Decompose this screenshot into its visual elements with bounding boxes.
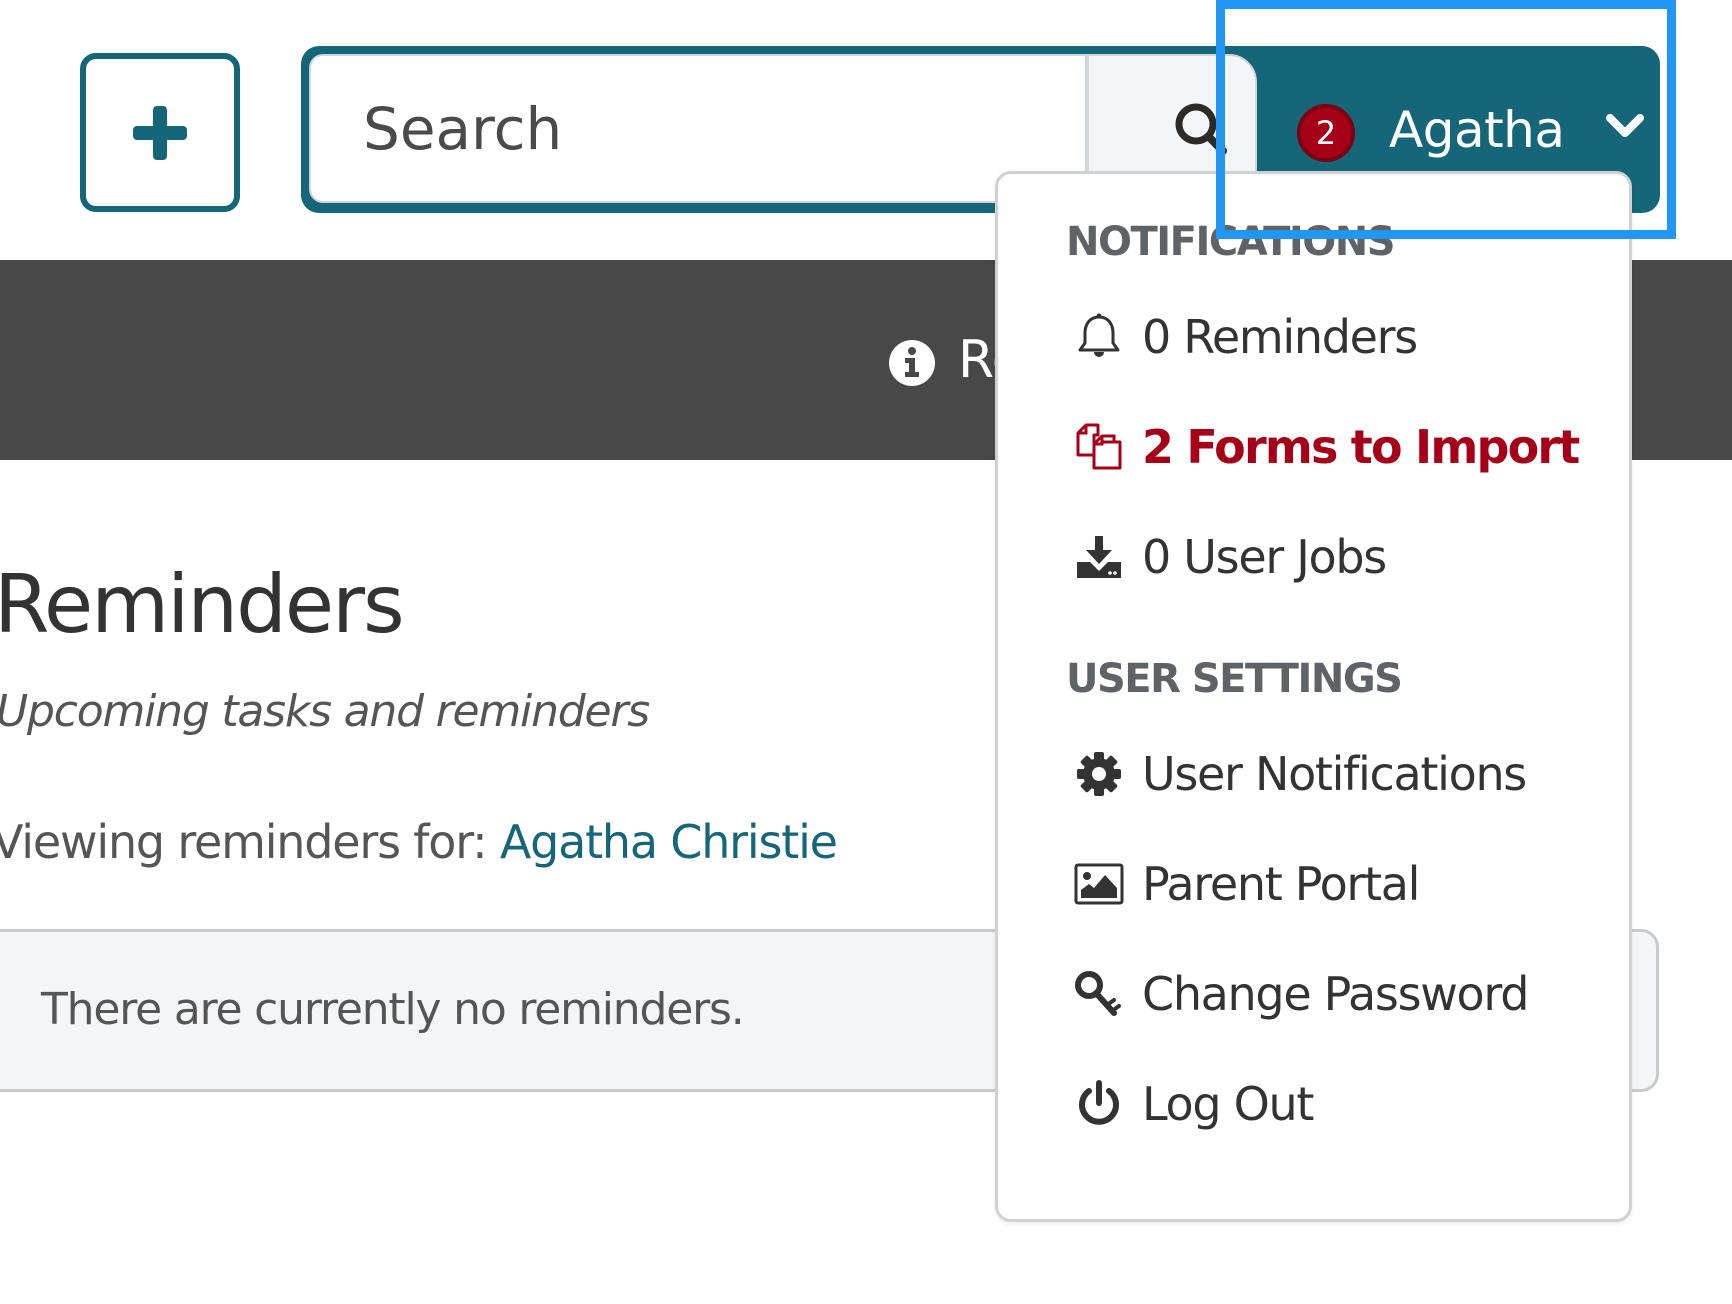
plus-icon (133, 105, 187, 160)
viewing-user-link[interactable]: Agatha Christie (500, 815, 838, 869)
info-circle-icon (889, 340, 935, 386)
viewing-label: Viewing reminders for: (0, 815, 488, 869)
menu-item-user-jobs[interactable]: 0 User Jobs (1073, 522, 1387, 592)
menu-item-label: 2 Forms to Import (1142, 420, 1580, 474)
notification-count-badge: 2 (1297, 103, 1355, 162)
page-title: Reminders (0, 558, 405, 651)
menu-item-label: Parent Portal (1142, 857, 1420, 911)
menu-item-user-notifications[interactable]: User Notifications (1073, 739, 1527, 809)
user-dropdown-menu: NOTIFICATIONS 0 Reminders 2 Forms to Imp… (995, 171, 1632, 1222)
search-icon (1175, 103, 1227, 155)
download-icon (1077, 536, 1121, 578)
menu-item-reminders[interactable]: 0 Reminders (1073, 302, 1418, 372)
menu-item-parent-portal[interactable]: Parent Portal (1073, 849, 1420, 919)
dropdown-section-notifications: NOTIFICATIONS (1066, 219, 1396, 265)
search-input[interactable] (309, 54, 1087, 203)
dropdown-section-user-settings: USER SETTINGS (1066, 656, 1403, 702)
power-icon (1079, 1080, 1119, 1125)
menu-item-log-out[interactable]: Log Out (1073, 1069, 1314, 1139)
add-button[interactable] (80, 53, 240, 212)
menu-item-label: 0 User Jobs (1142, 530, 1387, 584)
menu-item-label: User Notifications (1142, 747, 1527, 801)
copy-files-icon (1076, 423, 1122, 470)
empty-reminders-message: There are currently no reminders. (41, 984, 745, 1035)
bell-icon (1078, 313, 1120, 357)
user-name: Agatha (1389, 100, 1565, 159)
menu-item-change-password[interactable]: Change Password (1073, 959, 1529, 1029)
key-icon (1075, 971, 1121, 1016)
menu-item-label: 0 Reminders (1142, 310, 1418, 364)
chevron-down-icon (1605, 113, 1644, 137)
page-subtitle: Upcoming tasks and reminders (0, 686, 650, 737)
image-icon (1074, 863, 1124, 905)
viewing-reminders-for: Viewing reminders for: Agatha Christie (0, 812, 838, 872)
menu-item-label: Log Out (1142, 1077, 1314, 1131)
gear-icon (1077, 752, 1121, 796)
menu-item-forms-to-import[interactable]: 2 Forms to Import (1073, 412, 1580, 482)
menu-item-label: Change Password (1142, 967, 1529, 1021)
